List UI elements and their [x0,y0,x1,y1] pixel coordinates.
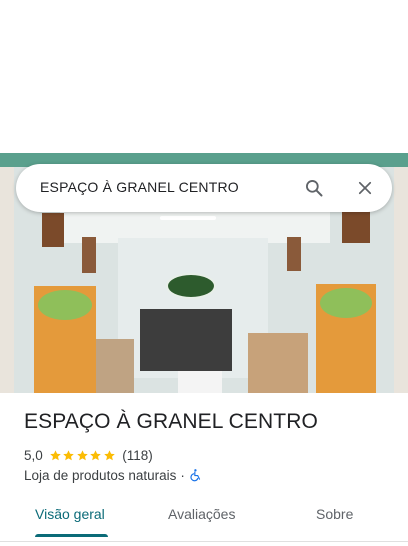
separator: · [180,467,185,483]
jar-rack-left [94,339,134,393]
rating-row[interactable]: 5,0 (118) [24,446,153,464]
wall-picture [287,237,301,271]
place-title: ESPAÇO À GRANEL CENTRO [24,410,318,433]
display-counter [178,371,222,393]
category-row: Loja de produtos naturais · [24,466,203,484]
product-shelf [140,309,232,371]
star-icon [63,449,75,460]
tab-overview[interactable]: Visão geral [35,506,105,522]
jar-rack-right [248,333,308,393]
ceiling-light [160,216,216,220]
search-icon [306,180,323,197]
clear-search-button[interactable] [350,173,380,203]
place-category[interactable]: Loja de produtos naturais [24,468,176,483]
tabs-divider [0,541,408,542]
star-rating [49,449,117,462]
wall-picture [42,213,64,247]
star-icon [90,449,102,460]
star-icon [77,449,88,460]
door-frame-right [394,167,408,393]
banner-logo [38,290,92,320]
rating-value: 5,0 [24,447,43,463]
search-button[interactable] [299,173,329,203]
search-bar[interactable]: ESPAÇO À GRANEL CENTRO [16,164,392,212]
tab-reviews[interactable]: Avaliações [168,506,235,522]
active-tab-indicator [35,534,108,537]
search-query[interactable]: ESPAÇO À GRANEL CENTRO [40,179,239,195]
banner-logo [320,288,372,318]
wall-picture [342,209,370,243]
tab-about[interactable]: Sobre [316,506,353,522]
star-icon [104,449,115,460]
wheelchair-icon [190,469,200,482]
tab-bar: Visão geral Avaliações Sobre [0,496,408,540]
shop-logo-sign [166,273,216,299]
review-count[interactable]: (118) [122,448,153,463]
wall-picture [82,237,96,273]
close-icon [358,181,372,195]
star-icon [50,449,61,460]
door-frame-left [0,167,14,393]
